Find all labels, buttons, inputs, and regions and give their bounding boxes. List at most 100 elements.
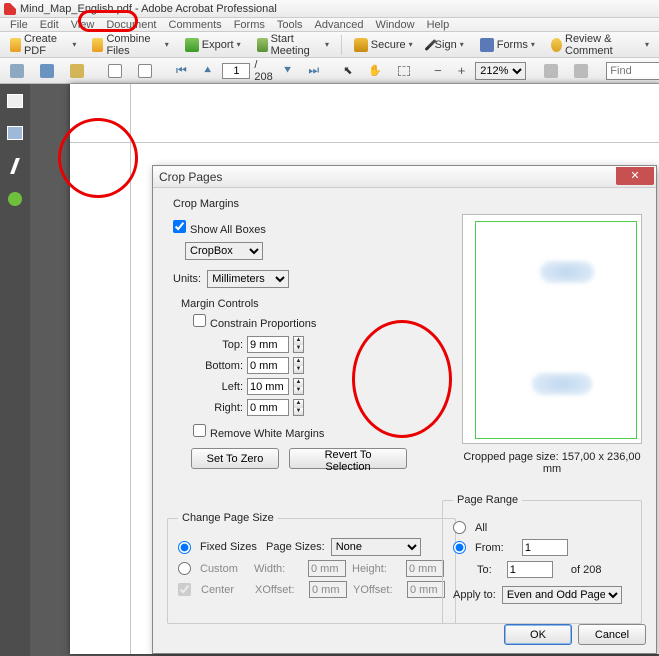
margin-bottom-input[interactable] [247,357,289,374]
preview-caption: Cropped page size: 157,00 x 236,00 mm [462,451,642,475]
separator [341,35,342,55]
custom-size-radio[interactable] [178,562,191,575]
change-page-size-legend: Change Page Size [178,512,278,524]
window-title: Mind_Map_English.pdf - Adobe Acrobat Pro… [20,3,277,15]
menu-forms[interactable]: Forms [228,19,271,31]
menu-comments[interactable]: Comments [163,19,228,31]
left-nav-sidebar [0,84,30,656]
fit-page-button[interactable] [568,61,594,81]
crop-preview [462,214,642,444]
page-range-legend: Page Range [453,494,522,506]
create-pdf-icon [10,38,21,52]
review-icon [551,38,562,52]
constrain-proportions-checkbox[interactable] [193,314,206,327]
margin-top-input[interactable] [247,336,289,353]
spin-buttons[interactable]: ▲▼ [293,357,304,374]
menu-edit[interactable]: Edit [34,19,65,31]
revert-to-selection-button[interactable]: Revert To Selection [289,448,407,469]
top-label: Top: [201,339,243,351]
units-select[interactable]: Millimeters [207,270,289,288]
menu-tools[interactable]: Tools [271,19,309,31]
review-comment-button[interactable]: Review & Comment▾ [545,30,655,60]
page-number-input[interactable] [222,63,250,79]
height-input [406,560,444,577]
page-view2-button[interactable] [132,61,158,81]
center-label: Center [201,584,249,596]
cancel-button[interactable]: Cancel [578,624,646,645]
crop-margins-legend: Crop Margins [173,198,239,210]
last-page-button[interactable]: ⏭ [302,60,325,81]
of-pages-label: of 208 [571,564,602,576]
signatures-panel-button[interactable] [10,158,20,174]
spin-buttons[interactable]: ▲▼ [293,399,304,416]
nav-toolbar: ⏮ ⯅ / 208 ⯆ ⏭ ⬉ ✋ − + 212% [0,58,659,84]
next-page-button[interactable]: ⯆ [277,60,299,81]
export-button[interactable]: Export▾ [179,35,247,55]
spin-buttons[interactable]: ▲▼ [293,336,304,353]
print-button[interactable] [4,61,30,81]
apply-to-select[interactable]: Even and Odd Pages [502,586,622,604]
to-page-input[interactable] [507,561,553,578]
lock-icon [354,38,368,52]
pdf-icon [4,3,16,15]
all-pages-radio[interactable] [453,521,466,534]
yoffset-label: YOffset: [353,584,401,596]
start-meeting-button[interactable]: Start Meeting▾ [251,30,335,60]
create-pdf-button[interactable]: Create PDF▾ [4,30,82,60]
prev-page-button[interactable]: ⯅ [197,60,219,81]
email-button[interactable] [64,61,90,81]
set-to-zero-button[interactable]: Set To Zero [191,448,279,469]
menu-file[interactable]: File [4,19,34,31]
zoom-in-button[interactable]: + [452,60,472,81]
zoom-out-button[interactable]: − [428,60,448,81]
menu-window[interactable]: Window [369,19,420,31]
bookmarks-panel-button[interactable] [7,126,23,140]
forms-button[interactable]: Forms▾ [474,35,541,55]
help-button[interactable] [8,192,22,206]
select-tool-button[interactable]: ⬉ [337,61,358,80]
page-sizes-label: Page Sizes: [266,541,325,553]
hand-tool-button[interactable]: ✋ [362,61,388,80]
combine-files-button[interactable]: Combine Files▾ [86,30,174,60]
show-all-boxes-checkbox[interactable] [173,220,186,233]
first-page-button[interactable]: ⏮ [170,60,193,81]
title-bar: Mind_Map_English.pdf - Adobe Acrobat Pro… [0,0,659,18]
page-view-icon [138,64,152,78]
from-page-input[interactable] [522,539,568,556]
page-total-label: / 208 [254,59,272,83]
spin-buttons[interactable]: ▲▼ [293,378,304,395]
dialog-close-button[interactable]: ✕ [616,167,654,185]
apply-to-label: Apply to: [453,589,496,601]
fixed-sizes-label: Fixed Sizes [200,541,260,553]
units-label: Units: [173,273,201,285]
menu-help[interactable]: Help [421,19,456,31]
menu-view[interactable]: View [65,19,101,31]
margin-left-input[interactable] [247,378,289,395]
ok-button[interactable]: OK [504,624,572,645]
zoom-select[interactable]: 212% [475,62,526,80]
page-sizes-select[interactable]: None [331,538,421,556]
dialog-title: Crop Pages [159,170,222,184]
left-label: Left: [201,381,243,393]
fit-width-button[interactable] [538,61,564,81]
fit-icon [544,64,558,78]
remove-white-margins-checkbox[interactable] [193,424,206,437]
menu-document[interactable]: Document [100,19,162,31]
bottom-label: Bottom: [201,360,243,372]
save-button[interactable] [34,61,60,81]
export-icon [185,38,199,52]
pages-panel-button[interactable] [7,94,23,108]
margin-controls-label: Margin Controls [181,298,438,310]
fixed-sizes-radio[interactable] [178,541,191,554]
sign-button[interactable]: Sign▾ [423,35,470,55]
constrain-proportions-label: Constrain Proportions [210,318,316,330]
page-view1-button[interactable] [102,61,128,81]
cropbox-select[interactable]: CropBox [185,242,263,260]
marquee-button[interactable] [392,63,416,79]
margin-right-input[interactable] [247,399,289,416]
find-input[interactable] [606,62,659,80]
secure-button[interactable]: Secure▾ [348,35,419,55]
forms-icon [480,38,494,52]
menu-advanced[interactable]: Advanced [309,19,370,31]
from-pages-radio[interactable] [453,541,466,554]
